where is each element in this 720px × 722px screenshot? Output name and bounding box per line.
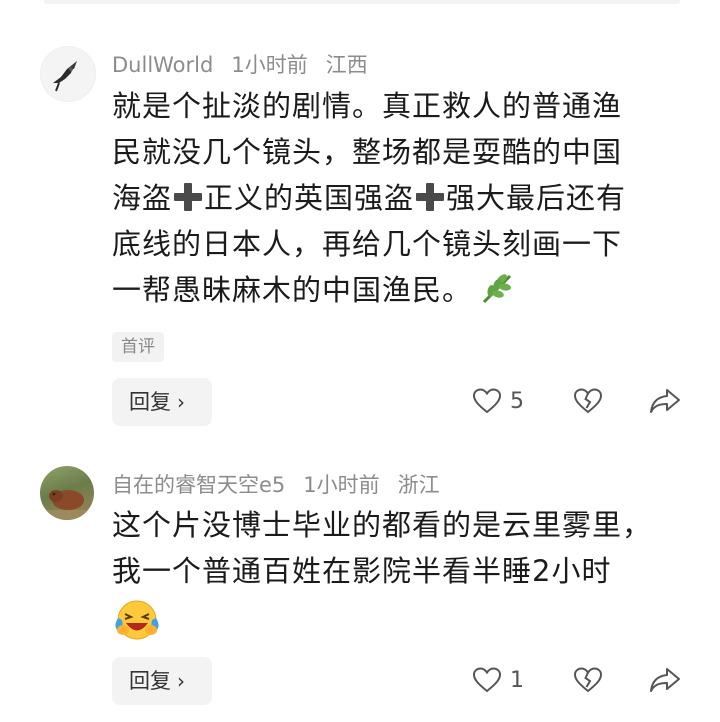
like-button[interactable]: 1 — [472, 666, 524, 694]
chevron-right-icon: › — [177, 669, 185, 693]
username[interactable]: 自在的睿智天空e5 — [112, 473, 285, 497]
comment-line: 海盗 正义的英国强盗 强大最后还有 — [112, 175, 682, 221]
line-segment: 强大最后还有 — [446, 181, 627, 215]
comment-meta: DullWorld 1小时前 江西 — [112, 49, 386, 79]
chevron-right-icon: › — [177, 390, 185, 414]
laughing-crying-emoji — [115, 600, 159, 640]
plus-emoji — [416, 183, 445, 211]
reply-button[interactable]: 回复 › — [112, 657, 212, 705]
heart-outline-icon — [472, 388, 502, 414]
share-arrow-icon — [650, 389, 680, 413]
dislike-button[interactable] — [573, 387, 603, 415]
like-count: 5 — [510, 388, 524, 414]
comment-body: 这个片没博士毕业的都看的是云里雾里， 我一个普通百姓在影院半看半睡2小时 — [112, 502, 682, 594]
heart-outline-icon — [472, 667, 502, 693]
comment-line: 这个片没博士毕业的都看的是云里雾里， — [112, 508, 653, 542]
username[interactable]: DullWorld — [112, 53, 213, 77]
avatar[interactable] — [40, 46, 96, 102]
comment-time: 1小时前 — [303, 473, 380, 497]
broken-heart-icon — [573, 667, 603, 693]
avatar[interactable] — [40, 466, 94, 520]
comment-line: 民就没几个镜头，整场都是耍酷的中国 — [112, 135, 623, 169]
comment-body: 就是个扯淡的剧情。真正救人的普通渔 民就没几个镜头，整场都是耍酷的中国 海盗 正义… — [112, 83, 682, 313]
dislike-button[interactable] — [573, 666, 603, 694]
reply-label: 回复 — [129, 669, 171, 693]
comment-line: 就是个扯淡的剧情。真正救人的普通渔 — [112, 89, 623, 123]
line-segment: 海盗 — [112, 181, 173, 215]
comment-line: 我一个普通百姓在影院半看半睡2小时 — [112, 554, 612, 588]
like-count: 1 — [510, 667, 524, 693]
comment-location: 江西 — [325, 53, 368, 77]
line-segment: 一帮愚昧麻木的中国渔民。 — [112, 273, 473, 307]
animal-photo-avatar — [40, 490, 94, 520]
bird-avatar-icon — [53, 61, 77, 92]
previous-item-edge — [44, 0, 680, 4]
comment-time: 1小时前 — [231, 53, 308, 77]
like-button[interactable]: 5 — [472, 387, 524, 415]
share-arrow-icon — [650, 668, 680, 692]
broken-heart-icon — [573, 388, 603, 414]
comment-line: 底线的日本人，再给几个镜头刻画一下 — [112, 227, 623, 261]
comment-location: 浙江 — [397, 473, 440, 497]
comment-line: 一帮愚昧麻木的中国渔民。 — [112, 267, 682, 313]
herb-emoji — [482, 274, 512, 304]
reply-button[interactable]: 回复 › — [112, 378, 212, 426]
reply-label: 回复 — [129, 390, 171, 414]
comment-meta: 自在的睿智天空e5 1小时前 浙江 — [112, 469, 458, 499]
share-button[interactable] — [649, 387, 681, 415]
share-button[interactable] — [649, 666, 681, 694]
plus-emoji — [174, 183, 203, 211]
line-segment: 正义的英国强盗 — [204, 181, 415, 215]
first-comment-badge: 首评 — [112, 332, 164, 362]
